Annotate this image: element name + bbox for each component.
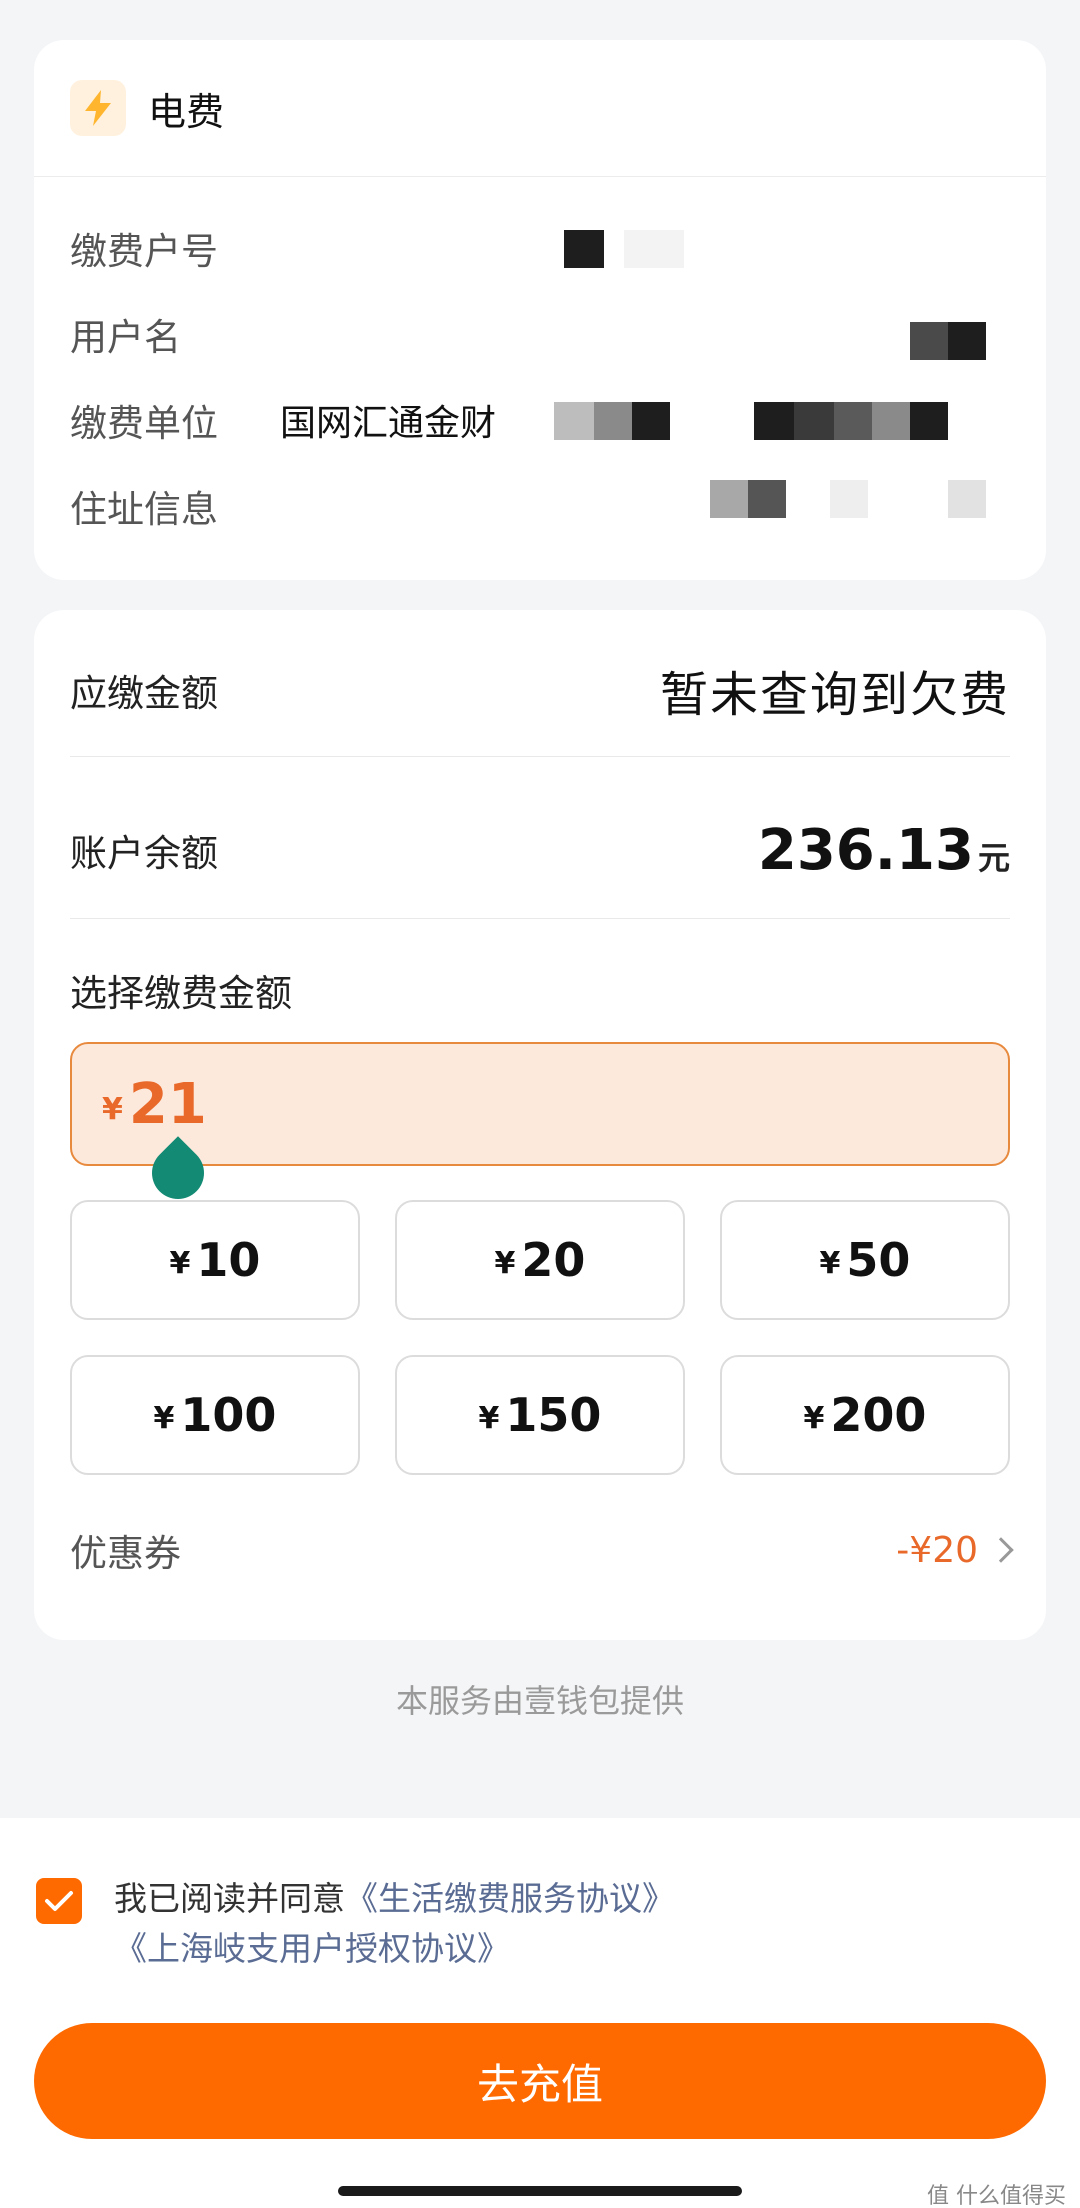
authorization-agreement-link[interactable]: 《上海岐支用户授权协议》 <box>114 1929 510 1968</box>
redacted-block <box>910 402 948 440</box>
preset-amount-50[interactable]: ¥50 <box>720 1200 1010 1320</box>
redacted-block <box>710 480 748 518</box>
balance-amount: 236.13 元 <box>758 818 1010 883</box>
preset-amount-200[interactable]: ¥200 <box>720 1355 1010 1475</box>
redacted-block <box>910 322 948 360</box>
user-name-label: 用户名 <box>70 316 181 359</box>
redacted-block <box>834 402 872 440</box>
bottom-action-bar: 我已阅读并同意《生活缴费服务协议》《上海岐支用户授权协议》 去充值 <box>0 1818 1080 2208</box>
preset-currency: ¥ <box>153 1400 175 1436</box>
balance-unit: 元 <box>977 838 1010 877</box>
preset-currency: ¥ <box>494 1245 516 1281</box>
redacted-block <box>564 230 604 268</box>
preset-value: 50 <box>846 1233 911 1287</box>
preset-value: 10 <box>196 1233 261 1287</box>
agreement-checkbox[interactable] <box>36 1878 82 1924</box>
select-amount-label: 选择缴费金额 <box>70 972 292 1015</box>
redacted-block <box>830 480 868 518</box>
account-number-label: 缴费户号 <box>70 230 218 273</box>
preset-value: 20 <box>521 1233 586 1287</box>
payee-value: 国网汇通金财 <box>280 403 497 444</box>
preset-amount-20[interactable]: ¥20 <box>395 1200 685 1320</box>
input-value: 21 <box>128 1071 207 1137</box>
card-header: 电费 <box>34 40 1046 177</box>
agreement-prefix: 我已阅读并同意 <box>114 1879 345 1918</box>
chevron-right-icon <box>988 1537 1014 1563</box>
home-indicator <box>338 2186 742 2196</box>
payment-card: 应缴金额 暂未查询到欠费 账户余额 236.13 元 选择缴费金额 ¥ 21 ¥1… <box>34 610 1046 1640</box>
redacted-block <box>632 402 670 440</box>
watermark: 值 什么值得买 <box>927 2184 1066 2208</box>
service-agreement-link[interactable]: 《生活缴费服务协议》 <box>345 1879 675 1918</box>
amount-due-row: 应缴金额 暂未查询到欠费 <box>70 650 1010 730</box>
divider <box>70 756 1010 757</box>
preset-amount-150[interactable]: ¥150 <box>395 1355 685 1475</box>
preset-currency: ¥ <box>169 1245 191 1281</box>
coupon-label: 优惠券 <box>70 1532 181 1575</box>
redacted-block <box>624 230 684 268</box>
address-row: 住址信息 <box>70 476 1010 536</box>
user-name-row: 用户名 <box>70 304 1010 364</box>
balance-value: 236.13 <box>757 817 974 883</box>
redacted-block <box>794 402 834 440</box>
agreement-text: 我已阅读并同意《生活缴费服务协议》《上海岐支用户授权协议》 <box>114 1874 1044 1974</box>
payee-label: 缴费单位 <box>70 402 218 445</box>
lightning-bolt-icon <box>70 80 126 136</box>
coupon-value: -¥20 <box>896 1529 978 1571</box>
page-title: 电费 <box>148 89 225 134</box>
select-amount-row: 选择缴费金额 <box>70 960 1010 1020</box>
preset-amount-100[interactable]: ¥100 <box>70 1355 360 1475</box>
agreement-row: 我已阅读并同意《生活缴费服务协议》《上海岐支用户授权协议》 <box>36 1874 1046 1974</box>
coupon-row[interactable]: 优惠券 -¥20 <box>70 1515 1014 1585</box>
preset-currency: ¥ <box>478 1400 500 1436</box>
redacted-block <box>948 322 986 360</box>
provider-note: 本服务由壹钱包提供 <box>395 1682 684 1720</box>
redacted-block <box>872 402 910 440</box>
account-number-row: 缴费户号 <box>70 218 1010 278</box>
redacted-block <box>948 480 986 518</box>
input-currency: ¥ <box>102 1091 123 1127</box>
amount-due-label: 应缴金额 <box>70 672 218 715</box>
divider <box>70 918 1010 919</box>
preset-currency: ¥ <box>803 1400 825 1436</box>
preset-value: 150 <box>505 1388 602 1442</box>
checkmark-icon <box>45 1891 73 1911</box>
amount-due-value: 暂未查询到欠费 <box>659 667 1010 723</box>
account-info-card: 电费 缴费户号 用户名 缴费单位 国网汇通金财 住址信息 <box>34 40 1046 580</box>
redacted-block <box>554 402 594 440</box>
amount-input[interactable]: ¥ 21 <box>70 1042 1010 1166</box>
balance-label: 账户余额 <box>70 832 218 875</box>
redacted-block <box>594 402 632 440</box>
preset-value: 100 <box>180 1388 277 1442</box>
coupon-value-group: -¥20 <box>896 1529 1014 1571</box>
redacted-block <box>748 480 786 518</box>
recharge-button[interactable]: 去充值 <box>34 2023 1046 2139</box>
preset-currency: ¥ <box>819 1245 841 1281</box>
preset-value: 200 <box>830 1388 927 1442</box>
balance-row: 账户余额 236.13 元 <box>70 810 1010 890</box>
preset-amount-10[interactable]: ¥10 <box>70 1200 360 1320</box>
address-label: 住址信息 <box>70 488 218 531</box>
redacted-block <box>754 402 794 440</box>
